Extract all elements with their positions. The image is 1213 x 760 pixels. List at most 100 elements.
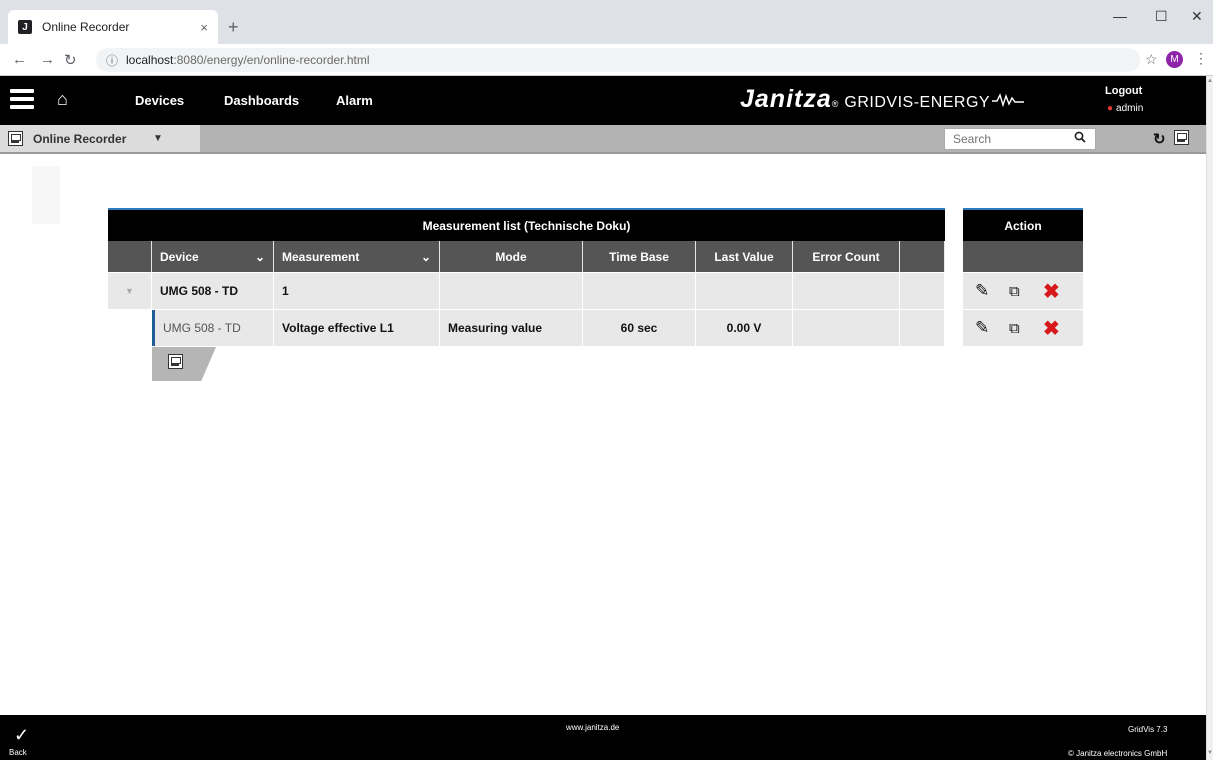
user-name: admin [1116, 103, 1144, 114]
add-measurement-button[interactable] [152, 347, 216, 381]
delete-icon[interactable]: ✖ [1043, 279, 1060, 304]
product-name: GRIDVIS-ENERGY [844, 94, 991, 111]
group-row[interactable]: ▼ UMG 508 - TD 1 [108, 272, 945, 309]
chevron-down-icon[interactable]: ⌄ [255, 250, 265, 264]
tab-title: Online Recorder [42, 20, 130, 34]
copy-icon[interactable]: ⧉ [1009, 320, 1043, 337]
nav-dashboards[interactable]: Dashboards [224, 93, 299, 108]
measurement-list: Measurement list (Technische Doku) Devic… [108, 208, 945, 346]
kebab-menu-icon[interactable]: ⋮ [1194, 50, 1208, 67]
url-host: localhost [126, 53, 174, 67]
nav-alarm[interactable]: Alarm [336, 93, 373, 108]
app-header: ⌂ Devices Dashboards Alarm Janitza ® GRI… [0, 76, 1206, 125]
action-panel: Action ✎ ⧉ ✖ ✎ ⧉ ✖ [963, 208, 1083, 346]
row-error-count [793, 310, 900, 346]
column-device-label: Device [160, 249, 199, 264]
maximize-icon[interactable]: ☐ [1155, 8, 1168, 25]
star-icon[interactable]: ☆ [1145, 51, 1158, 68]
action-row: ✎ ⧉ ✖ [963, 272, 1083, 309]
row-indent [108, 310, 152, 346]
brand-registered-mark: ® [831, 99, 839, 109]
scroll-up-icon[interactable]: ▲ [1207, 78, 1213, 84]
nav-devices[interactable]: Devices [135, 93, 184, 108]
footer-copyright: © Janitza electronics GmbH [1068, 749, 1168, 758]
row-last-value: 0.00 V [696, 310, 793, 346]
action-row: ✎ ⧉ ✖ [963, 309, 1083, 346]
waveform-icon [992, 93, 1025, 107]
view-title: Online Recorder [33, 131, 127, 146]
delete-icon[interactable]: ✖ [1043, 316, 1060, 341]
footer-version: GridVis 7.3 [1128, 725, 1168, 734]
minimize-icon[interactable]: — [1113, 8, 1127, 24]
column-device[interactable]: Device ⌄ [152, 241, 274, 272]
background-placeholder [32, 166, 60, 224]
online-recorder-settings-icon[interactable] [1174, 130, 1189, 145]
scroll-down-icon[interactable]: ▼ [1207, 750, 1213, 756]
caret-down-icon[interactable]: ▼ [153, 133, 163, 144]
chevron-down-icon[interactable]: ⌄ [421, 250, 431, 264]
close-window-icon[interactable]: ✕ [1191, 8, 1203, 25]
edit-icon[interactable]: ✎ [975, 281, 1009, 301]
reload-icon[interactable]: ↻ [64, 51, 77, 69]
refresh-icon[interactable]: ↻ [1153, 130, 1166, 148]
new-tab-button[interactable]: + [228, 17, 239, 38]
table-header-row: Device ⌄ Measurement ⌄ Mode Time Base Last… [108, 241, 945, 272]
group-device: UMG 508 - TD [152, 273, 274, 309]
sub-toolbar: Online Recorder ▼ ↻ [0, 125, 1206, 154]
address-bar: ← → ↻ ⓘ localhost:8080/energy/en/online-… [0, 44, 1213, 76]
group-extra-empty [900, 273, 945, 309]
copy-icon[interactable]: ⧉ [1009, 283, 1043, 300]
measurement-list-title: Measurement list (Technische Doku) [108, 208, 945, 241]
add-recorder-icon [168, 354, 183, 369]
janitza-favicon-icon: J [18, 20, 32, 34]
footer-website-link[interactable]: www.janitza.de [566, 723, 619, 732]
search-icon[interactable] [1074, 131, 1086, 146]
user-icon: ● [1107, 103, 1114, 114]
column-measurement-label: Measurement [282, 249, 360, 264]
browser-tab-strip: J Online Recorder × + — ☐ ✕ [0, 0, 1213, 44]
view-selector[interactable]: Online Recorder ▼ [0, 125, 200, 152]
back-checkmark-icon[interactable]: ✓ [14, 725, 29, 746]
user-info: ● admin [1107, 103, 1143, 114]
column-error-count: Error Count [793, 241, 900, 272]
brand-name: Janitza [740, 85, 832, 113]
toggle-header [108, 241, 152, 272]
column-extra [900, 241, 945, 272]
tab-close-icon[interactable]: × [200, 20, 208, 35]
caret-down-icon[interactable]: ▼ [125, 286, 134, 296]
action-subheader [963, 241, 1083, 272]
janitza-logo: Janitza ® GRIDVIS-ENERGY [740, 85, 1025, 114]
group-lastvalue-empty [696, 273, 793, 309]
row-mode: Measuring value [440, 310, 583, 346]
row-device: UMG 508 - TD [152, 310, 274, 346]
online-recorder-icon [8, 131, 23, 146]
row-time-base: 60 sec [583, 310, 696, 346]
vertical-scrollbar[interactable] [1206, 76, 1213, 760]
row-extra [900, 310, 945, 346]
logout-link[interactable]: Logout [1105, 85, 1142, 97]
group-errorcount-empty [793, 273, 900, 309]
collapse-toggle[interactable]: ▼ [108, 273, 152, 309]
column-time-base: Time Base [583, 241, 696, 272]
app-footer: ✓ Back www.janitza.de GridVis 7.3 © Jani… [0, 715, 1206, 760]
edit-icon[interactable]: ✎ [975, 318, 1009, 338]
group-timebase-empty [583, 273, 696, 309]
table-row[interactable]: UMG 508 - TD Voltage effective L1 Measur… [108, 309, 945, 346]
row-measurement: Voltage effective L1 [274, 310, 440, 346]
browser-tab[interactable]: J Online Recorder × [8, 10, 218, 44]
home-icon[interactable]: ⌂ [57, 89, 68, 110]
action-title: Action [963, 208, 1083, 241]
group-measurement: 1 [274, 273, 440, 309]
forward-arrow-icon[interactable]: → [40, 51, 55, 68]
hamburger-menu-icon[interactable] [10, 89, 34, 109]
column-mode: Mode [440, 241, 583, 272]
url-field[interactable]: ⓘ localhost:8080/energy/en/online-record… [96, 48, 1140, 72]
back-label[interactable]: Back [9, 748, 27, 757]
column-last-value: Last Value [696, 241, 793, 272]
info-icon[interactable]: ⓘ [106, 52, 118, 69]
column-measurement[interactable]: Measurement ⌄ [274, 241, 440, 272]
group-mode-empty [440, 273, 583, 309]
back-arrow-icon[interactable]: ← [12, 51, 27, 68]
profile-avatar[interactable]: M [1166, 51, 1183, 68]
url-path: :8080/energy/en/online-recorder.html [173, 53, 370, 67]
